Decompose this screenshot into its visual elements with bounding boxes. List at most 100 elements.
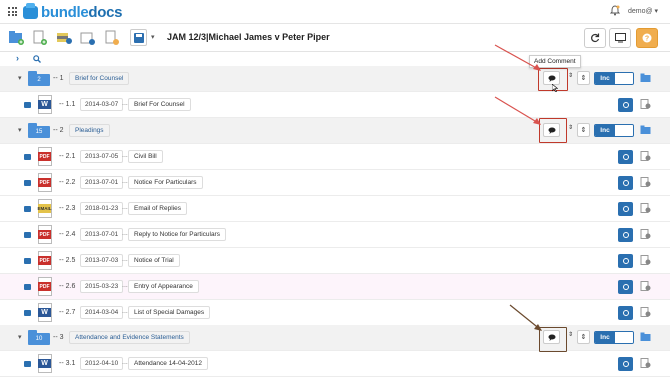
document-label[interactable]: Email of Replies	[128, 202, 187, 215]
document-label[interactable]: List of Special Damages	[128, 306, 211, 319]
add-document-icon[interactable]	[32, 30, 48, 45]
add-folder-icon[interactable]	[80, 30, 96, 45]
document-date[interactable]: 2015-03-23	[80, 280, 124, 293]
add-section-icon[interactable]	[8, 30, 24, 45]
document-number: -- 2.3	[59, 205, 76, 212]
section-label[interactable]: Attendance and Evidence Statements	[69, 331, 190, 344]
document-row[interactable]: W -- 1.1 2014-03-07 ... Brief For Counse…	[0, 92, 670, 118]
notification-bell-icon[interactable]	[609, 5, 621, 16]
section-row[interactable]: ▾ 15 -- 2 Pleadings ⇕ ⇕ Inc	[0, 118, 670, 144]
document-settings-icon[interactable]	[640, 281, 651, 291]
document-date[interactable]: 2014-03-07	[80, 98, 124, 111]
document-date[interactable]: 2012-04-10	[80, 357, 124, 370]
bundle-title: JAM 12/3|Michael James v Peter Piper	[167, 32, 330, 42]
folder-settings-icon[interactable]	[640, 125, 651, 135]
document-date[interactable]: 2018-01-23	[80, 202, 124, 215]
logo[interactable]: bundledocs	[23, 2, 123, 21]
reorder-icon[interactable]: ⇕	[568, 332, 573, 338]
toolbar: ▾ JAM 12/3|Michael James v Peter Piper ?	[0, 24, 670, 52]
section-label[interactable]: Pleadings	[69, 124, 110, 137]
folder-settings-icon[interactable]	[640, 332, 651, 342]
top-header: bundledocs demo@ ▾	[0, 0, 670, 24]
reorder-icon[interactable]: ⇕	[568, 125, 573, 131]
open-document-button[interactable]	[618, 357, 633, 371]
document-number: -- 2.6	[59, 283, 76, 290]
section-row[interactable]: ▾ 2 -- 1 Brief for Counsel ⇕ ⇕ Inc	[0, 66, 670, 92]
document-row[interactable]: PDF -- 2.1 2013-07-05 ... Civil Bill	[0, 144, 670, 170]
document-label[interactable]: Notice of Trial	[128, 254, 180, 267]
document-row[interactable]: PDF -- 2.6 2015-03-23 ... Entry of Appea…	[0, 274, 670, 300]
stack-icon[interactable]	[56, 30, 72, 45]
help-button[interactable]: ?	[636, 28, 658, 48]
collapse-chevron-icon[interactable]: ▾	[18, 74, 22, 82]
open-document-button[interactable]	[618, 254, 633, 268]
document-date[interactable]: 2013-07-01	[80, 228, 124, 241]
help-icon: ?	[642, 33, 652, 43]
document-row[interactable]: EMAIL -- 2.3 2018-01-23 ... Email of Rep…	[0, 196, 670, 222]
document-label[interactable]: Attendance 14-04-2012	[128, 357, 208, 370]
document-date[interactable]: 2013-07-03	[80, 254, 124, 267]
open-document-button[interactable]	[618, 280, 633, 294]
ellipsis: ...	[122, 359, 128, 366]
include-toggle[interactable]: Inc	[594, 124, 634, 137]
search-icon[interactable]	[33, 55, 41, 63]
document-label[interactable]: Reply to Notice for Particulars	[128, 228, 226, 241]
document-label[interactable]: Civil Bill	[128, 150, 163, 163]
logo-text: bundledocs	[41, 3, 123, 21]
book-icon	[24, 258, 31, 264]
document-settings-icon[interactable]	[640, 307, 651, 317]
section-row[interactable]: ▾ 10 -- 3 Attendance and Evidence Statem…	[0, 325, 670, 351]
present-button[interactable]	[609, 28, 631, 48]
document-date[interactable]: 2014-03-04	[80, 306, 124, 319]
refresh-button[interactable]	[584, 28, 606, 48]
open-document-button[interactable]	[618, 98, 633, 112]
open-document-button[interactable]	[618, 202, 633, 216]
document-row[interactable]: W -- 2.7 2014-03-04 ... List of Special …	[0, 300, 670, 326]
document-date[interactable]: 2013-07-05	[80, 150, 124, 163]
section-label[interactable]: Brief for Counsel	[69, 72, 130, 85]
pdf-file-icon: PDF	[38, 173, 52, 192]
collapse-chevron-icon[interactable]: ▾	[18, 126, 22, 134]
document-settings-icon[interactable]	[640, 255, 651, 265]
include-toggle[interactable]: Inc	[594, 72, 634, 85]
sort-button[interactable]: ⇕	[577, 330, 590, 344]
document-label[interactable]: Entry of Appearance	[128, 280, 199, 293]
ellipsis: ...	[122, 152, 128, 159]
document-date[interactable]: 2013-07-01	[80, 176, 124, 189]
save-dropdown-caret[interactable]: ▾	[151, 33, 155, 41]
document-number: -- 1.1	[59, 101, 76, 108]
save-button[interactable]	[130, 29, 147, 46]
app-grid-icon[interactable]	[8, 7, 17, 16]
document-settings-icon[interactable]	[640, 229, 651, 239]
document-row[interactable]: PDF -- 2.4 2013-07-01 ... Reply to Notic…	[0, 222, 670, 248]
ellipsis: ...	[122, 178, 128, 185]
add-note-icon[interactable]	[104, 30, 120, 45]
document-settings-icon[interactable]	[640, 358, 651, 368]
document-number: -- 2.4	[59, 231, 76, 238]
sort-button[interactable]: ⇕	[577, 123, 590, 137]
collapse-chevron-icon[interactable]: ▾	[18, 333, 22, 341]
document-label[interactable]: Brief For Counsel	[128, 98, 191, 111]
document-settings-icon[interactable]	[640, 99, 651, 109]
folder-icon: 15	[28, 123, 50, 139]
book-icon	[24, 154, 31, 160]
document-row[interactable]: PDF -- 2.5 2013-07-03 ... Notice of Tria…	[0, 248, 670, 274]
reorder-icon[interactable]: ⇕	[568, 73, 573, 79]
document-label[interactable]: Notice For Particulars	[128, 176, 203, 189]
open-document-button[interactable]	[618, 228, 633, 242]
document-settings-icon[interactable]	[640, 177, 651, 187]
user-menu[interactable]: demo@ ▾	[628, 7, 658, 15]
document-row[interactable]: PDF -- 2.2 2013-07-01 ... Notice For Par…	[0, 170, 670, 196]
open-document-button[interactable]	[618, 176, 633, 190]
expand-all-chevron-icon[interactable]: ›	[16, 53, 19, 63]
document-row[interactable]: W -- 3.1 2012-04-10 ... Attendance 14-04…	[0, 351, 670, 377]
document-settings-icon[interactable]	[640, 151, 651, 161]
logo-icon	[23, 2, 38, 19]
open-document-button[interactable]	[618, 150, 633, 164]
open-document-button[interactable]	[618, 306, 633, 320]
sort-button[interactable]: ⇕	[577, 71, 590, 85]
include-toggle[interactable]: Inc	[594, 331, 634, 344]
document-settings-icon[interactable]	[640, 203, 651, 213]
ellipsis: ...	[122, 100, 128, 107]
folder-settings-icon[interactable]	[640, 73, 651, 83]
